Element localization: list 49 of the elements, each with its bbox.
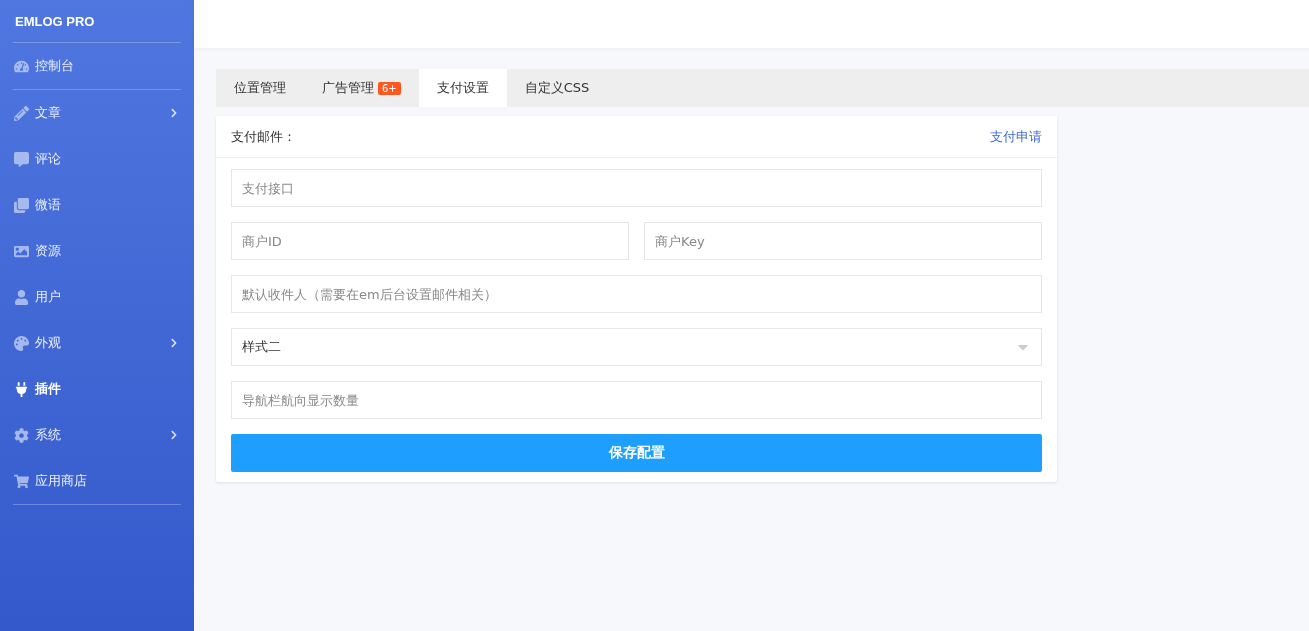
sidebar-item-label: 用户 — [35, 288, 62, 306]
sidebar-item-label: 插件 — [35, 380, 62, 398]
input-field[interactable]: 商户Key — [644, 222, 1042, 260]
tab[interactable]: 广告管理 6+ — [304, 69, 419, 107]
save-button[interactable]: 保存配置 — [231, 434, 1042, 472]
input-field[interactable]: 商户ID — [231, 222, 629, 260]
plug-icon — [13, 381, 29, 397]
sidebar-item-label: 评论 — [35, 150, 62, 168]
palette-icon — [13, 335, 29, 351]
tab-label: 支付设置 — [436, 79, 489, 97]
tab-label: 自定义CSS — [524, 79, 590, 97]
image-icon — [13, 243, 29, 259]
sidebar-item[interactable]: 用户 — [13, 274, 181, 320]
sidebar-item[interactable]: 应用商店 — [13, 458, 181, 505]
sidebar-item-label: 控制台 — [35, 57, 75, 75]
sidebar-item-label: 应用商店 — [35, 472, 88, 490]
user-icon — [13, 289, 29, 305]
sidebar-item[interactable]: 外观 — [13, 320, 181, 366]
brand-logo: EMLOG PRO — [13, 0, 181, 43]
cards-icon — [13, 197, 29, 213]
tab[interactable]: 自定义CSS — [506, 69, 608, 107]
tab[interactable]: 位置管理 — [216, 69, 304, 107]
input-field[interactable]: 支付接口 — [231, 169, 1042, 207]
gauge-icon — [13, 58, 29, 74]
sidebar-item[interactable]: 资源 — [13, 228, 181, 274]
cart-icon — [13, 473, 29, 489]
sidebar-item-label: 微语 — [35, 196, 62, 214]
style-select[interactable]: 样式二 — [231, 328, 1042, 366]
sidebar-item-label: 资源 — [35, 242, 62, 260]
sidebar-item[interactable]: 文章 — [13, 90, 181, 136]
sidebar-item[interactable]: 控制台 — [13, 43, 181, 90]
sidebar-item[interactable]: 系统 — [13, 412, 181, 458]
tab[interactable]: 支付设置 — [418, 69, 507, 107]
input-field[interactable]: 导航栏航向显示数量 — [231, 381, 1042, 419]
pencil-icon — [13, 105, 29, 121]
sidebar-item[interactable]: 微语 — [13, 182, 181, 228]
input-field[interactable]: 默认收件人（需要在em后台设置邮件相关） — [231, 275, 1042, 313]
tab-label: 位置管理 — [234, 79, 286, 97]
apply-link[interactable]: 支付申请 — [990, 127, 1042, 146]
sidebar-item-label: 文章 — [35, 104, 62, 122]
sidebar-item-label: 外观 — [35, 334, 62, 352]
sidebar-item-label: 系统 — [35, 426, 62, 444]
sidebar-item[interactable]: 插件 — [13, 366, 181, 412]
count-badge: 6+ — [378, 81, 401, 95]
comment-icon — [13, 151, 29, 167]
card-title: 支付邮件： — [231, 127, 296, 146]
gear-icon — [13, 427, 29, 443]
sidebar-item[interactable]: 评论 — [13, 136, 181, 182]
tab-label: 广告管理 — [322, 79, 374, 97]
